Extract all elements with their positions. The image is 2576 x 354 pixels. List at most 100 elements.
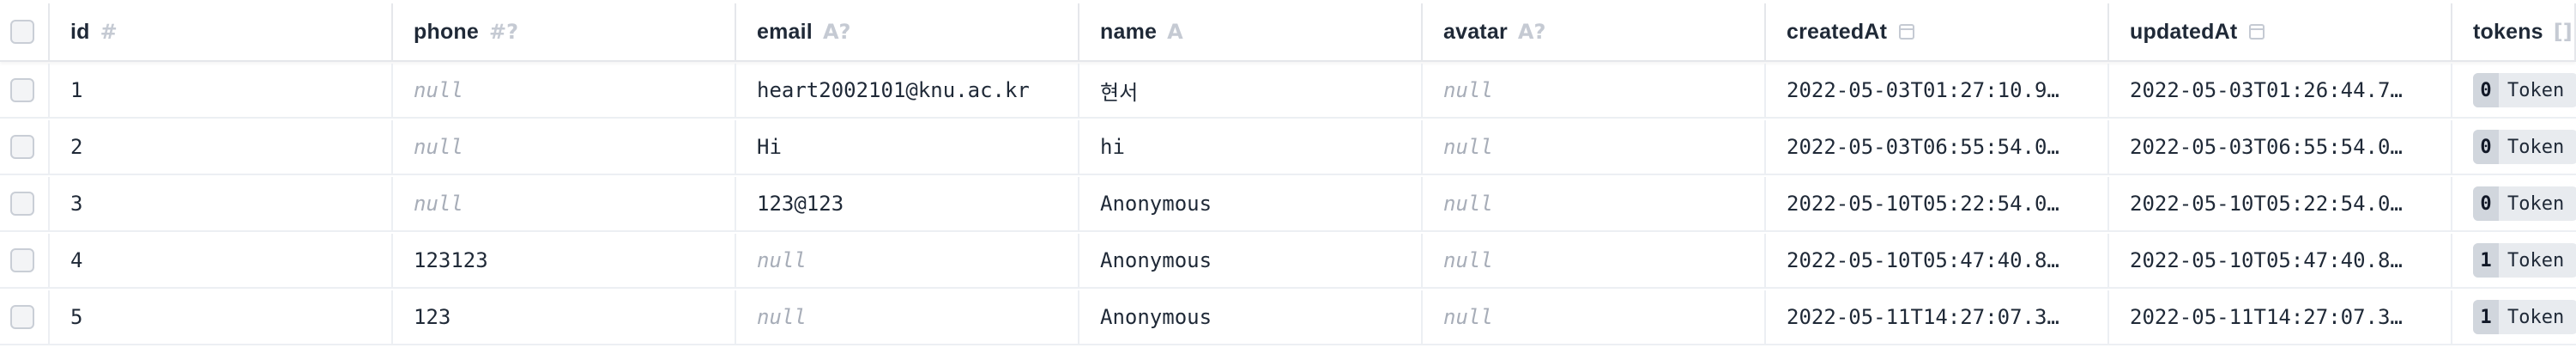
cell-email[interactable]: Hi	[736, 120, 1079, 174]
relation-badge[interactable]: 0 Token	[2473, 130, 2576, 164]
cell-phone[interactable]: null	[393, 120, 736, 174]
cell-avatar[interactable]: null	[1423, 64, 1766, 117]
optional-number-type-icon: #?	[489, 20, 519, 44]
cell-id[interactable]: 4	[50, 234, 393, 287]
null-value: null	[414, 192, 463, 216]
column-header-id[interactable]: id #	[50, 3, 393, 60]
optional-string-type-icon: A?	[1517, 20, 1546, 44]
relation-badge[interactable]: 0 Token	[2473, 186, 2576, 221]
cell-value: 2	[70, 135, 83, 159]
cell-avatar[interactable]: null	[1423, 120, 1766, 174]
relation-label: Token	[2507, 136, 2565, 158]
cell-email[interactable]: 123@123	[736, 177, 1079, 230]
cell-name[interactable]: Anonymous	[1079, 234, 1423, 287]
cell-value: 2022-05-10T05:47:40.8…	[1787, 248, 2059, 272]
cell-name[interactable]: hi	[1079, 120, 1423, 174]
column-header-createdAt[interactable]: createdAt	[1766, 3, 2109, 60]
cell-tokens[interactable]: 1 Token	[2452, 234, 2576, 287]
relation-count: 0	[2473, 130, 2499, 164]
null-value: null	[414, 78, 463, 102]
null-value: null	[757, 305, 807, 329]
optional-string-type-icon: A?	[822, 20, 851, 44]
table-row[interactable]: 5 123 null Anonymous null 2022-05-11T14:…	[0, 290, 2576, 345]
cell-name[interactable]: Anonymous	[1079, 290, 1423, 344]
cell-value: 2022-05-11T14:27:07.3…	[2130, 305, 2403, 329]
cell-avatar[interactable]: null	[1423, 234, 1766, 287]
cell-value: 123@123	[757, 192, 844, 216]
table-row[interactable]: 4 123123 null Anonymous null 2022-05-10T…	[0, 234, 2576, 289]
column-header-phone[interactable]: phone #?	[393, 3, 736, 60]
column-header-email[interactable]: email A?	[736, 3, 1079, 60]
cell-avatar[interactable]: null	[1423, 177, 1766, 230]
cell-value: 123	[414, 305, 451, 329]
cell-id[interactable]: 2	[50, 120, 393, 174]
cell-value: Anonymous	[1100, 305, 1212, 329]
row-checkbox[interactable]	[10, 305, 34, 329]
relation-badge[interactable]: 1 Token	[2473, 300, 2576, 334]
cell-name[interactable]: Anonymous	[1079, 177, 1423, 230]
cell-tokens[interactable]: 0 Token	[2452, 64, 2576, 117]
column-header-tokens[interactable]: tokens []	[2452, 3, 2576, 60]
column-label: id	[70, 19, 90, 44]
row-checkbox[interactable]	[10, 135, 34, 159]
cell-updatedAt[interactable]: 2022-05-03T01:26:44.7…	[2109, 64, 2452, 117]
row-checkbox[interactable]	[10, 78, 34, 102]
cell-createdAt[interactable]: 2022-05-03T01:27:10.9…	[1766, 64, 2109, 117]
cell-value: 2022-05-03T01:26:44.7…	[2130, 78, 2403, 102]
cell-createdAt[interactable]: 2022-05-11T14:27:07.3…	[1766, 290, 2109, 344]
cell-name[interactable]: 현서	[1079, 64, 1423, 117]
select-all-checkbox[interactable]	[10, 20, 34, 44]
column-label: updatedAt	[2130, 19, 2238, 44]
row-checkbox[interactable]	[10, 192, 34, 216]
cell-phone[interactable]: null	[393, 177, 736, 230]
cell-value: 2022-05-10T05:22:54.0…	[1787, 192, 2059, 216]
column-header-avatar[interactable]: avatar A?	[1423, 3, 1766, 60]
cell-updatedAt[interactable]: 2022-05-10T05:22:54.0…	[2109, 177, 2452, 230]
cell-updatedAt[interactable]: 2022-05-03T06:55:54.0…	[2109, 120, 2452, 174]
table-row[interactable]: 1 null heart2002101@knu.ac.kr 현서 null 20…	[0, 64, 2576, 119]
cell-id[interactable]: 3	[50, 177, 393, 230]
cell-value: 4	[70, 248, 83, 272]
cell-value: hi	[1100, 135, 1125, 159]
string-type-icon: A	[1167, 20, 1183, 44]
cell-createdAt[interactable]: 2022-05-03T06:55:54.0…	[1766, 120, 2109, 174]
data-grid: id # phone #? email A? name A avatar A? …	[0, 0, 2576, 354]
cell-updatedAt[interactable]: 2022-05-11T14:27:07.3…	[2109, 290, 2452, 344]
row-checkbox[interactable]	[10, 248, 34, 272]
cell-tokens[interactable]: 0 Token	[2452, 177, 2576, 230]
cell-phone[interactable]: 123123	[393, 234, 736, 287]
cell-createdAt[interactable]: 2022-05-10T05:22:54.0…	[1766, 177, 2109, 230]
cell-value: 2022-05-10T05:22:54.0…	[2130, 192, 2403, 216]
cell-updatedAt[interactable]: 2022-05-10T05:47:40.8…	[2109, 234, 2452, 287]
cell-value: 3	[70, 192, 83, 216]
cell-email[interactable]: null	[736, 234, 1079, 287]
table-row[interactable]: 3 null 123@123 Anonymous null 2022-05-10…	[0, 177, 2576, 232]
cell-phone[interactable]: 123	[393, 290, 736, 344]
cell-value: 2022-05-11T14:27:07.3…	[1787, 305, 2059, 329]
cell-phone[interactable]: null	[393, 64, 736, 117]
null-value: null	[1443, 248, 1493, 272]
cell-tokens[interactable]: 1 Token	[2452, 290, 2576, 344]
null-value: null	[414, 135, 463, 159]
cell-email[interactable]: heart2002101@knu.ac.kr	[736, 64, 1079, 117]
null-value: null	[1443, 135, 1493, 159]
relation-count: 0	[2473, 186, 2499, 221]
relation-badge[interactable]: 1 Token	[2473, 243, 2576, 278]
row-select-cell	[0, 234, 50, 287]
cell-id[interactable]: 5	[50, 290, 393, 344]
column-label: phone	[414, 19, 479, 44]
column-header-name[interactable]: name A	[1079, 3, 1423, 60]
relation-badge[interactable]: 0 Token	[2473, 73, 2576, 107]
cell-tokens[interactable]: 0 Token	[2452, 120, 2576, 174]
cell-value: 2022-05-10T05:47:40.8…	[2130, 248, 2403, 272]
row-select-cell	[0, 120, 50, 174]
cell-id[interactable]: 1	[50, 64, 393, 117]
cell-email[interactable]: null	[736, 290, 1079, 344]
cell-avatar[interactable]: null	[1423, 290, 1766, 344]
column-label: tokens	[2473, 19, 2543, 44]
table-row[interactable]: 2 null Hi hi null 2022-05-03T06:55:54.0……	[0, 120, 2576, 175]
cell-createdAt[interactable]: 2022-05-10T05:47:40.8…	[1766, 234, 2109, 287]
relation-label: Token	[2507, 249, 2565, 272]
select-all-cell	[0, 3, 50, 60]
column-header-updatedAt[interactable]: updatedAt	[2109, 3, 2452, 60]
